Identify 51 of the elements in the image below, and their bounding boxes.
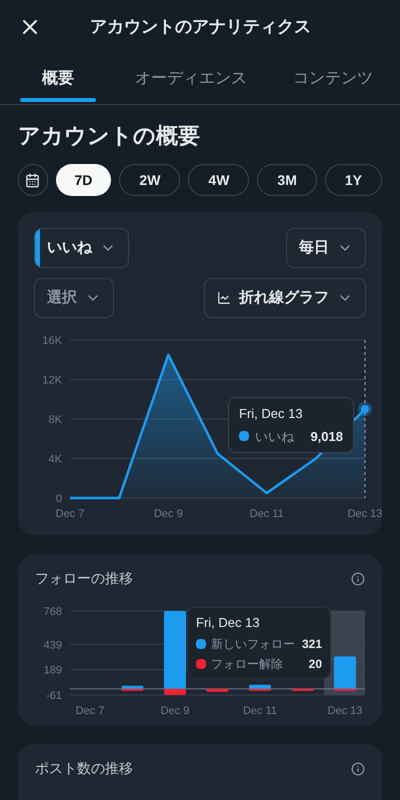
axis-label: Dec 9 [160,705,190,717]
axis-label: 12K [42,374,62,386]
page-title: アカウントのアナリティクス [90,16,311,38]
bar [206,688,228,692]
tooltip-label: いいね [255,428,294,446]
compare-select[interactable]: 選択 [34,278,114,318]
card-title: ポスト数の推移 [35,759,133,778]
tooltip-value: 20 [308,656,322,672]
card-title: フォローの推移 [35,569,133,588]
tooltip-label: フォロー解除 [211,656,283,672]
tooltip-date: Fri, Dec 13 [239,405,304,423]
tooltip-value: 321 [302,636,322,652]
axis-label: 4K [48,454,62,466]
tab[interactable]: 概要 [42,54,74,104]
section-title: アカウントの概要 [17,122,201,150]
tab[interactable]: オーディエンス [135,54,247,104]
tooltip-date: Fri, Dec 13 [196,614,261,632]
axis-label: 8K [48,414,62,426]
hover-point [358,402,372,416]
period-chip[interactable]: 4W [188,164,250,196]
axis-label: 189 [44,664,62,677]
line-chart-icon [217,291,231,305]
interval-select[interactable]: 毎日 [286,228,366,268]
calendar-button[interactable] [18,164,48,196]
accent-bar [35,229,40,267]
axis-label: 439 [44,639,62,652]
axis-label: 16K [42,335,62,347]
period-chip[interactable]: 7D [56,164,112,196]
axis-label: Dec 13 [328,705,362,717]
axis-label: -61 [46,690,62,702]
legend-swatch [239,431,249,442]
axis-label: 0 [56,493,62,505]
period-chip[interactable]: 1Y [324,164,382,196]
axis-label: 768 [44,606,62,618]
info-icon[interactable] [351,762,365,776]
bar [292,688,314,691]
metric-select[interactable]: いいね [34,228,129,268]
axis-label: Dec 7 [76,705,104,717]
axis-label: Dec 11 [242,705,278,717]
tab[interactable]: コンテンツ [293,54,373,104]
axis-label: Dec 9 [154,508,183,520]
axis-label: Dec 13 [348,508,382,520]
calendar-icon [25,172,40,188]
axis-label: Dec 11 [250,508,284,520]
period-chip[interactable]: 3M [257,164,317,196]
info-icon[interactable] [351,572,365,586]
axis-label: Dec 7 [56,508,84,520]
tooltip-value: 9,018 [310,428,343,446]
period-chip[interactable]: 2W [119,164,180,196]
chart-type-select[interactable]: 折れ線グラフ [204,278,366,318]
tooltip-label: 新しいフォロー [211,636,295,652]
